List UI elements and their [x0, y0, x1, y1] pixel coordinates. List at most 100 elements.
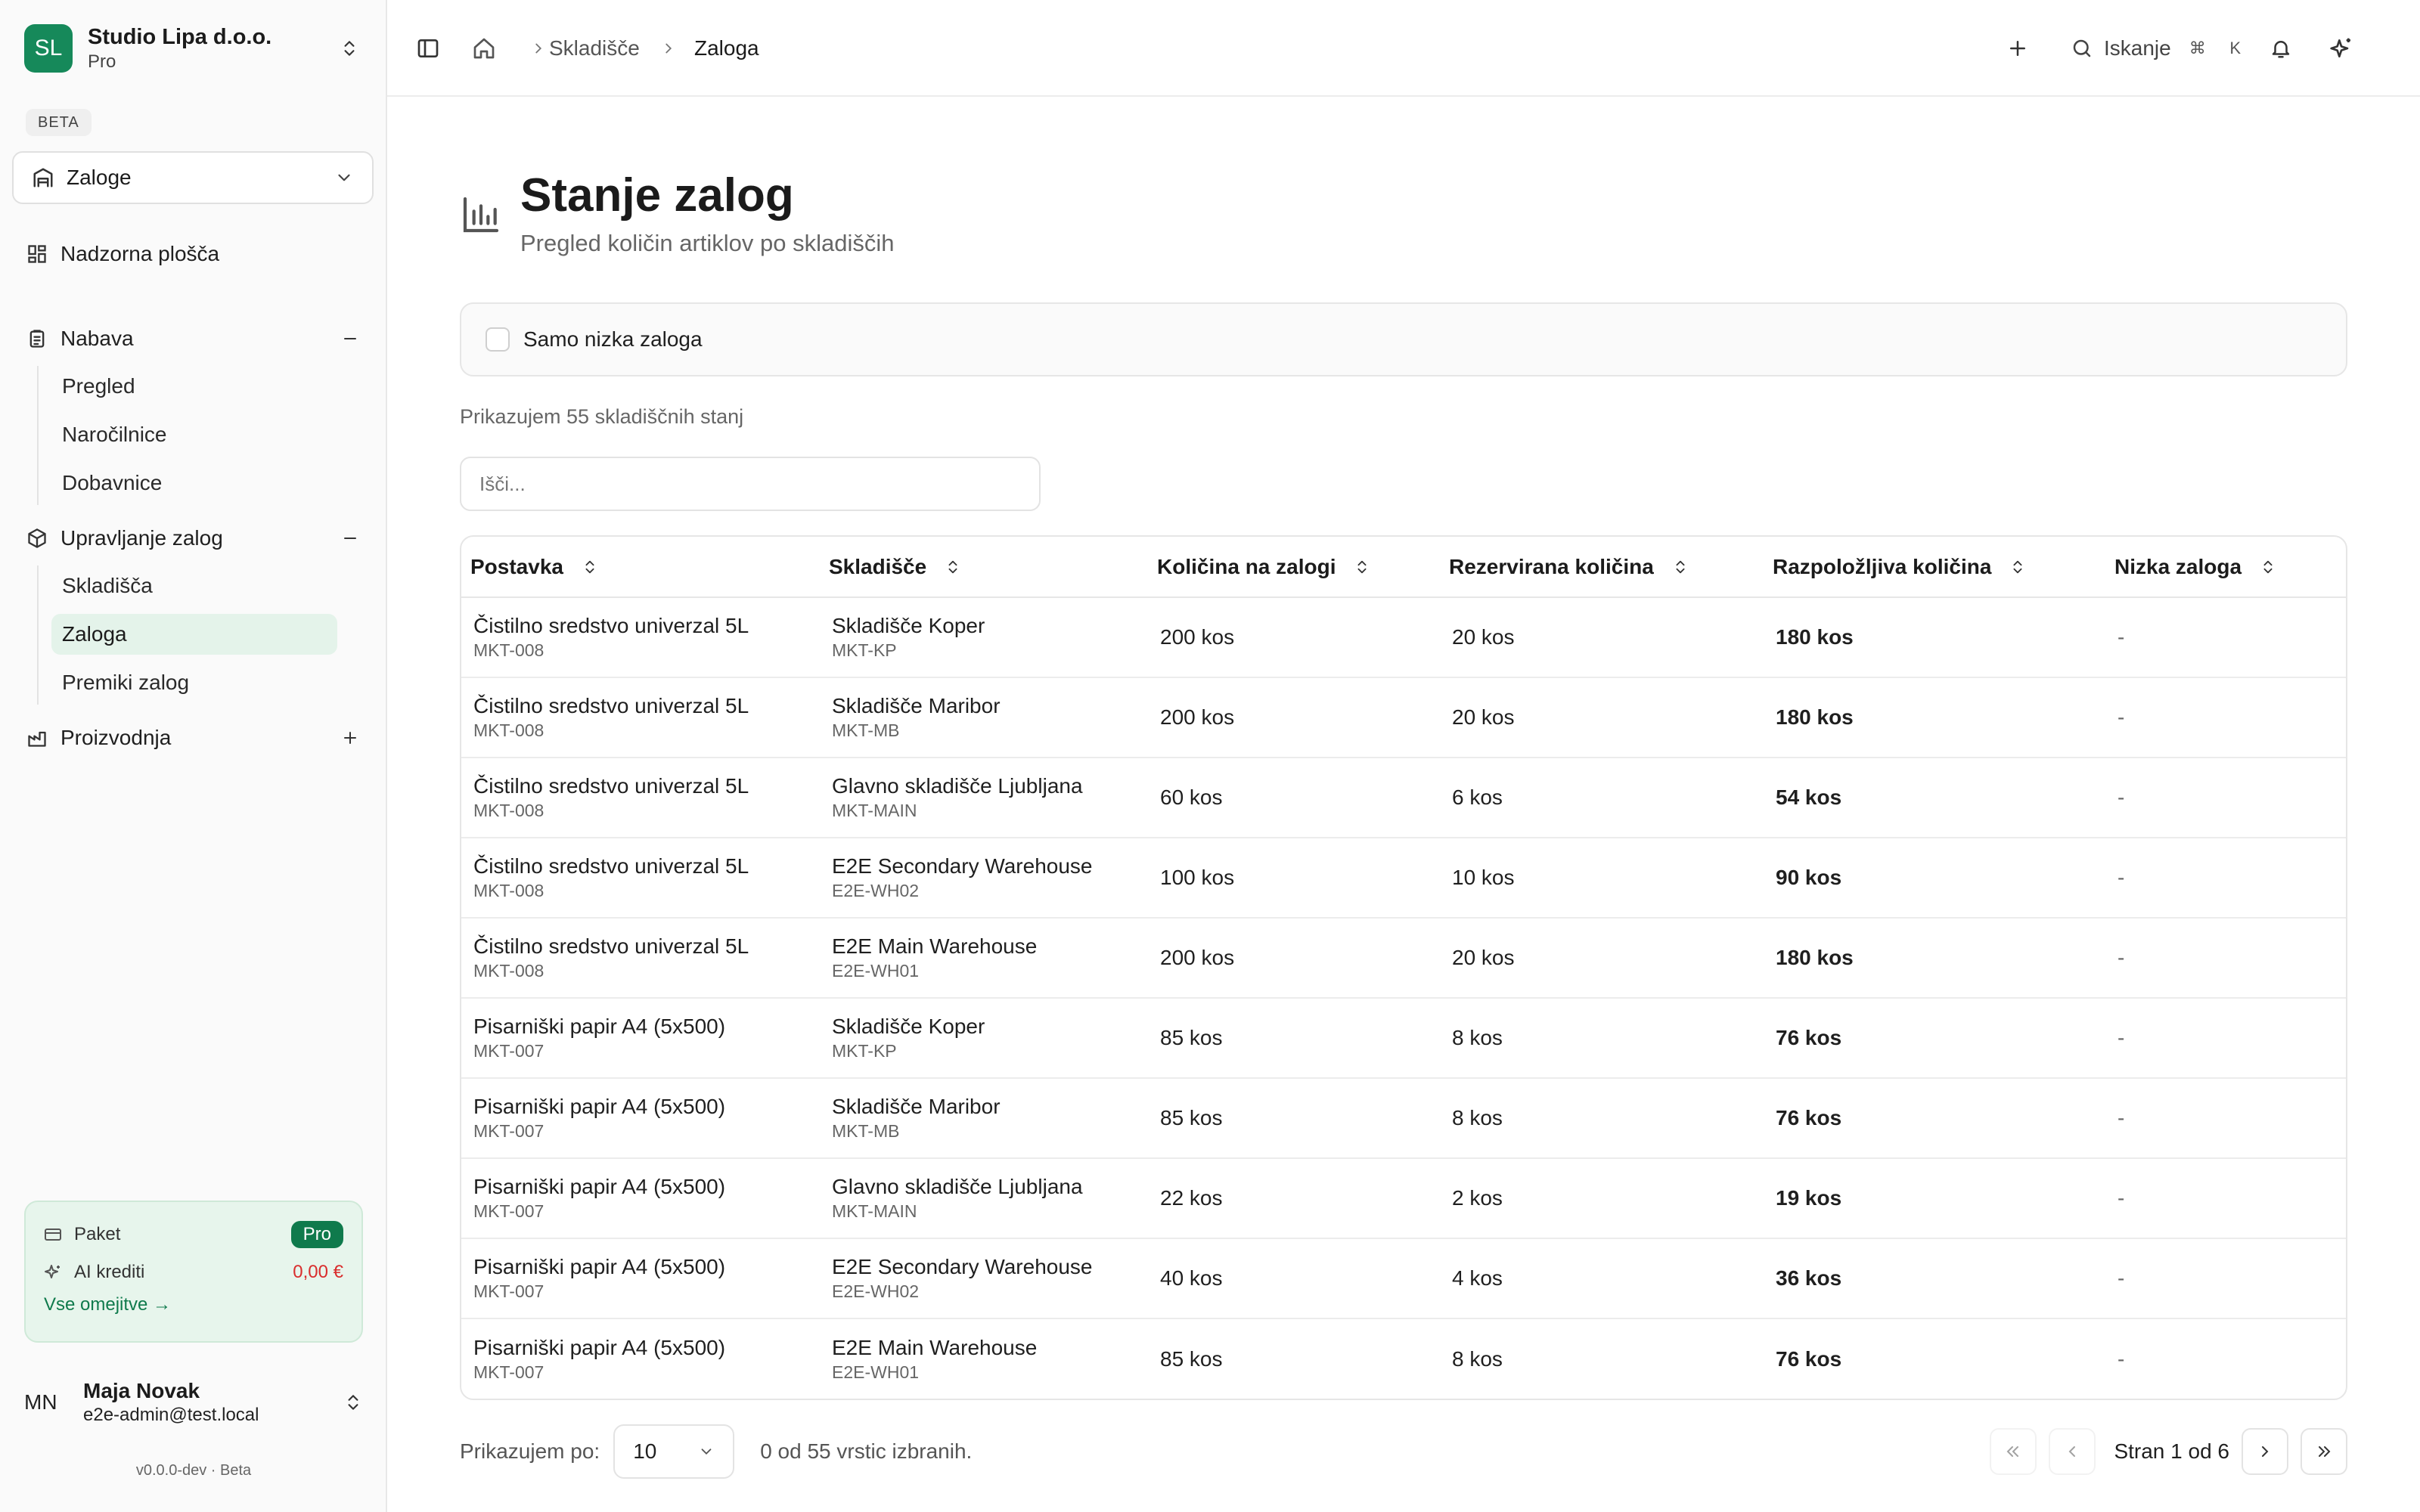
- item-name: Pisarniški papir A4 (5x500): [473, 1255, 726, 1278]
- column-header-1[interactable]: Skladišče: [820, 537, 1148, 598]
- chevrons-up-down-icon[interactable]: [336, 35, 363, 62]
- column-header-4[interactable]: Razpoložljiva količina: [1764, 537, 2105, 598]
- sparkles-icon: [44, 1263, 67, 1281]
- credit-card-icon: [44, 1225, 67, 1244]
- table-row[interactable]: Čistilno sredstvo univerzal 5L MKT-008 E2E…: [461, 838, 2346, 919]
- table-row[interactable]: Pisarniški papir A4 (5x500) MKT-007 E2E Se…: [461, 1238, 2346, 1319]
- nav-item-skladisca[interactable]: Skladišča: [51, 565, 337, 606]
- cell-item: Čistilno sredstvo univerzal 5L MKT-008: [461, 677, 820, 758]
- table-row[interactable]: Pisarniški papir A4 (5x500) MKT-007 Skladi…: [461, 998, 2346, 1079]
- kbd-cmd: ⌘: [2189, 39, 2206, 57]
- cell-available: 19 kos: [1764, 1158, 2105, 1239]
- chevron-down-icon: [698, 1443, 715, 1460]
- plus-icon[interactable]: [2003, 33, 2033, 64]
- cell-reserved: 4 kos: [1440, 1238, 1764, 1319]
- table-row[interactable]: Pisarniški papir A4 (5x500) MKT-007 E2E Ma…: [461, 1318, 2346, 1399]
- sort-icon[interactable]: [2009, 559, 2026, 575]
- nav-item-narocilnice[interactable]: Naročilnice: [51, 414, 337, 455]
- version-label: v0.0.0-dev · Beta: [135, 1462, 252, 1479]
- nav-item-zaloga[interactable]: Zaloga: [51, 614, 337, 655]
- column-header-5[interactable]: Nizka zaloga: [2105, 537, 2346, 598]
- first-page-button[interactable]: [1990, 1428, 2037, 1475]
- search-input[interactable]: [460, 457, 1041, 511]
- global-search-button[interactable]: Iskanje ⌘ K: [2071, 30, 2247, 67]
- cell-item: Čistilno sredstvo univerzal 5L MKT-008: [461, 838, 820, 919]
- last-page-button[interactable]: [2301, 1428, 2347, 1475]
- user-name: Maja Novak: [83, 1379, 200, 1402]
- prev-page-button[interactable]: [2049, 1428, 2096, 1475]
- sort-icon[interactable]: [2260, 559, 2276, 575]
- home-icon[interactable]: [469, 33, 499, 64]
- plan-label: Paket: [74, 1224, 121, 1244]
- item-sku: MKT-007: [473, 1362, 544, 1382]
- nav-group-proizvodnja[interactable]: Proizvodnja: [24, 718, 363, 758]
- bell-icon[interactable]: [2266, 33, 2296, 64]
- chevron-left-icon: [2069, 1446, 2076, 1457]
- warehouse-code: MKT-MAIN: [832, 801, 917, 820]
- table-row[interactable]: Pisarniški papir A4 (5x500) MKT-007 Glavno…: [461, 1158, 2346, 1239]
- cell-quantity: 22 kos: [1148, 1158, 1440, 1239]
- sidebar-toggle-icon[interactable]: [413, 33, 443, 64]
- cell-item: Pisarniški papir A4 (5x500) MKT-007: [461, 998, 820, 1079]
- minus-icon[interactable]: [337, 326, 363, 352]
- selected-rows-info: 0 od 55 vrstic izbranih.: [760, 1439, 973, 1463]
- cell-item: Pisarniški papir A4 (5x500) MKT-007: [461, 1238, 820, 1319]
- cell-warehouse: Skladišče Koper MKT-KP: [820, 998, 1148, 1079]
- next-page-button[interactable]: [2242, 1428, 2288, 1475]
- user-menu[interactable]: MN Maja Novak e2e-admin@test.local: [24, 1374, 363, 1430]
- nav-item-dashboard[interactable]: Nadzorna plošča: [24, 234, 363, 274]
- credits-label: AI krediti: [74, 1262, 145, 1282]
- sort-icon[interactable]: [1672, 559, 1689, 575]
- nav-group-nabava[interactable]: Nabava: [24, 319, 363, 358]
- plan-card: Paket Pro AI krediti 0,00 € Vse omejitve…: [24, 1201, 363, 1343]
- cell-warehouse: E2E Secondary Warehouse E2E-WH02: [820, 1238, 1148, 1319]
- nav-item-dobavnice[interactable]: Dobavnice: [51, 463, 337, 503]
- warehouse-name: E2E Main Warehouse: [832, 934, 1038, 958]
- breadcrumb-warehouse[interactable]: Skladišče: [549, 33, 640, 64]
- limits-link[interactable]: Vse omejitve →: [44, 1294, 343, 1315]
- sort-icon[interactable]: [582, 559, 598, 575]
- table-row[interactable]: Pisarniški papir A4 (5x500) MKT-007 Skladi…: [461, 1078, 2346, 1159]
- table-row[interactable]: Čistilno sredstvo univerzal 5L MKT-008 Skl…: [461, 597, 2346, 678]
- low-stock-label[interactable]: Samo nizka zaloga: [523, 327, 703, 352]
- page-subtitle: Pregled količin artiklov po skladiščih: [520, 230, 895, 256]
- nav-group-proizvodnja-label: Proizvodnja: [60, 726, 172, 749]
- chevron-right-icon: [653, 33, 684, 64]
- warehouse-name: E2E Secondary Warehouse: [832, 854, 1093, 878]
- nav-group-upravljanje[interactable]: Upravljanje zalog: [24, 519, 363, 558]
- table-row[interactable]: Čistilno sredstvo univerzal 5L MKT-008 Gla…: [461, 758, 2346, 838]
- warehouse-code: E2E-WH02: [832, 1281, 920, 1301]
- cell-low-stock: -: [2105, 1158, 2346, 1239]
- table-row[interactable]: Čistilno sredstvo univerzal 5L MKT-008 E2E…: [461, 918, 2346, 999]
- sparkles-icon[interactable]: [2326, 33, 2356, 64]
- minus-icon[interactable]: [337, 525, 363, 551]
- cell-warehouse: Glavno skladišče Ljubljana MKT-MAIN: [820, 758, 1148, 838]
- cell-low-stock: -: [2118, 1346, 2125, 1371]
- item-name: Čistilno sredstvo univerzal 5L: [473, 694, 749, 717]
- plus-icon[interactable]: [337, 725, 363, 751]
- table-row[interactable]: Čistilno sredstvo univerzal 5L MKT-008 Skl…: [461, 677, 2346, 758]
- table-body: Čistilno sredstvo univerzal 5L MKT-008 Skl…: [461, 597, 2346, 1399]
- column-header-label: Razpoložljiva količina: [1773, 554, 1992, 578]
- low-stock-checkbox[interactable]: [486, 327, 510, 352]
- column-header-0[interactable]: Postavka: [461, 537, 820, 598]
- nav-item-pregled[interactable]: Pregled: [51, 366, 337, 407]
- column-header-3[interactable]: Rezervirana količina: [1440, 537, 1764, 598]
- org-plan: Pro: [88, 51, 116, 72]
- cell-quantity: 85 kos: [1160, 1346, 1223, 1371]
- item-sku: MKT-007: [473, 1281, 544, 1301]
- sidebar: SL Studio Lipa d.o.o. Pro BETA Zaloge Na…: [0, 0, 387, 1512]
- chevrons-up-down-icon[interactable]: [343, 1393, 363, 1412]
- per-page-select[interactable]: 10: [613, 1424, 735, 1479]
- item-name: Pisarniški papir A4 (5x500): [473, 1175, 726, 1198]
- item-name: Čistilno sredstvo univerzal 5L: [473, 614, 749, 637]
- sort-icon[interactable]: [1354, 559, 1370, 575]
- warehouse-name: Glavno skladišče Ljubljana: [832, 1175, 1083, 1198]
- column-header-2[interactable]: Količina na zalogi: [1148, 537, 1440, 598]
- org-switcher[interactable]: SL Studio Lipa d.o.o. Pro: [24, 24, 363, 73]
- nav-item-premiki-zalog[interactable]: Premiki zalog: [51, 662, 337, 703]
- module-select[interactable]: Zaloge: [12, 151, 374, 204]
- column-header-label: Rezervirana količina: [1449, 554, 1654, 578]
- cell-low-stock: -: [2105, 998, 2346, 1079]
- sort-icon[interactable]: [945, 559, 961, 575]
